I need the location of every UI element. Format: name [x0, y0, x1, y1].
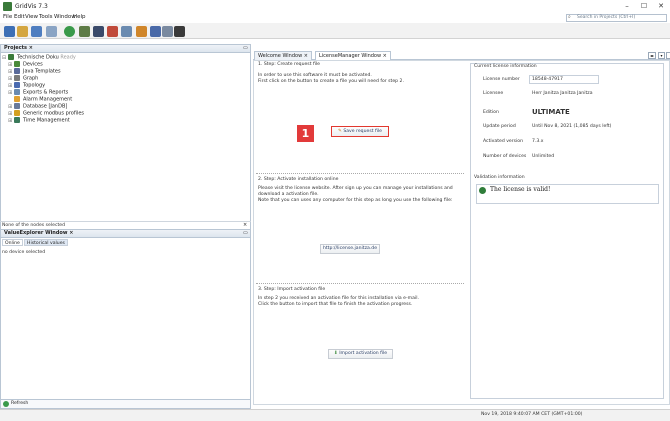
menu-view[interactable]: View: [25, 14, 38, 20]
maximize-button[interactable]: ☐: [637, 2, 651, 11]
number-of-devices-value: Unlimited: [532, 154, 555, 159]
online-icon[interactable]: [64, 26, 75, 37]
refresh-icon: [3, 401, 9, 407]
search-icon: ⌕: [568, 14, 571, 20]
no-device-status: no device selected: [2, 250, 46, 255]
tab-welcome-window[interactable]: Welcome Window ×: [254, 51, 312, 60]
tree-item-topology[interactable]: ⊞ Topology: [8, 82, 45, 89]
tree-item-alarm-management[interactable]: Alarm Management: [8, 96, 72, 103]
refresh-icon[interactable]: [46, 26, 57, 37]
license-number-value: 18548-47917: [532, 77, 563, 82]
new-project-icon[interactable]: [4, 26, 15, 37]
license-number-label: License number: [483, 77, 520, 82]
panel-minimize-icon[interactable]: ▭: [243, 45, 248, 51]
device-icon[interactable]: [79, 26, 90, 37]
license-info-title: Current license information: [474, 64, 537, 69]
save-request-file-button[interactable]: ✎ Save request file: [331, 126, 389, 137]
import-activation-file-button[interactable]: ⬇ Import activation file: [328, 349, 393, 359]
window-title: GridVis 7.3: [15, 3, 48, 10]
tree-root[interactable]: ⊟ Technische Doku Ready: [2, 54, 76, 61]
edition-value: ULTIMATE: [532, 108, 570, 116]
import-icon: ⬇: [333, 351, 338, 356]
step3-text-line2: Click the button to import that file to …: [258, 302, 413, 307]
tab-scroll-icon[interactable]: ◂▸: [648, 52, 656, 59]
update-period-label: Update period: [483, 124, 516, 129]
step3-title: 3. Step: Import activation file: [258, 287, 326, 292]
divider: [256, 173, 464, 174]
pencil-icon: ✎: [338, 129, 342, 134]
graph-icon: [14, 75, 20, 81]
edition-label: Edition: [483, 110, 499, 115]
update-period-value: Until Nov 8, 2021 (1,085 days left): [532, 124, 612, 129]
step1-text-line2: First click on the button to create a fi…: [258, 79, 404, 84]
search-input[interactable]: Search in Projects (Ctrl+I): [566, 14, 667, 22]
devices-icon: [14, 61, 20, 67]
graduation-cap-icon[interactable]: [174, 26, 185, 37]
minimize-button[interactable]: –: [620, 2, 634, 11]
status-datetime: Nov 19, 2018 9:40:07 AM CET (GMT+01:00): [481, 412, 583, 417]
tree-item-modbus-profiles[interactable]: ⊞ Generic modbus profiles: [8, 110, 84, 117]
refresh-bar: [0, 399, 251, 409]
valid-check-icon: [479, 187, 486, 194]
topology-icon: [14, 82, 20, 88]
divider: [256, 283, 464, 284]
value-explorer-header: ValueExplorer Window ×: [0, 229, 251, 238]
time-management-icon: [14, 117, 20, 123]
licensee-value: Herr Janitza Janitza Janitza: [532, 91, 593, 96]
tab-historical-values[interactable]: Historical values: [24, 239, 68, 246]
validation-title: Validation information: [474, 175, 525, 180]
save-icon[interactable]: [31, 26, 42, 37]
validation-text: The license is valid!: [490, 186, 551, 193]
java-templates-icon: [14, 68, 20, 74]
report-icon[interactable]: [121, 26, 132, 37]
tree-item-time-management[interactable]: ⊞ Time Management: [8, 117, 70, 124]
grid-icon[interactable]: [150, 26, 161, 37]
tree-item-exports-reports[interactable]: ⊞ Exports & Reports: [8, 89, 68, 96]
tab-restore-icon[interactable]: [666, 52, 670, 59]
tree-item-graph[interactable]: ⊞ Graph: [8, 75, 38, 82]
open-project-icon[interactable]: [17, 26, 28, 37]
refresh-button[interactable]: Refresh: [11, 401, 28, 406]
tree-item-devices[interactable]: ⊞ Devices: [8, 61, 43, 68]
alarm-icon[interactable]: [107, 26, 118, 37]
status-close-icon[interactable]: ×: [243, 222, 247, 228]
app-logo-icon: [3, 2, 12, 11]
database-icon: [14, 103, 20, 109]
step1-title: 1. Step: Create request file: [258, 62, 320, 67]
menu-file[interactable]: File: [3, 14, 12, 20]
menu-help[interactable]: Help: [73, 14, 86, 20]
selection-status: None of the nodes selected: [0, 221, 251, 229]
activated-version-label: Activated version: [483, 139, 524, 144]
number-of-devices-label: Number of devices: [483, 154, 527, 159]
projects-title[interactable]: Projects ×: [4, 45, 33, 51]
alarm-management-icon: [14, 96, 20, 102]
activated-version-value: 7.3.x: [532, 139, 544, 144]
folder-icon: [14, 110, 20, 116]
project-icon: [8, 54, 14, 60]
step2-title: 2. Step: Activate installation online: [258, 177, 339, 182]
topology-icon[interactable]: [93, 26, 104, 37]
tree-item-java-templates[interactable]: ⊞ Java Templates: [8, 68, 61, 75]
title-bar: [0, 0, 670, 13]
exports-icon: [14, 89, 20, 95]
tab-license-manager[interactable]: LicenseManager Window ×: [315, 51, 391, 60]
licensee-label: Licensee: [483, 91, 504, 96]
projects-panel-header: Projects ×: [0, 44, 251, 53]
value-explorer-minimize-icon[interactable]: ▭: [243, 230, 248, 236]
license-website-link-button[interactable]: http://license.janitza.de: [320, 244, 380, 254]
step-badge: 1: [297, 125, 314, 142]
tab-online[interactable]: Online: [2, 239, 23, 246]
menu-tools[interactable]: Tools: [39, 14, 53, 20]
tree-item-database[interactable]: ⊞ Database [JanDB]: [8, 103, 67, 110]
tab-list-icon[interactable]: ▾: [658, 52, 665, 59]
value-explorer-title[interactable]: ValueExplorer Window ×: [4, 230, 73, 236]
user-icon[interactable]: [136, 26, 147, 37]
list-icon[interactable]: [162, 26, 173, 37]
close-button[interactable]: ✕: [654, 2, 668, 11]
step2-text-line3: Note that you can uses any computer for …: [258, 198, 453, 203]
menu-edit[interactable]: Edit: [14, 14, 25, 20]
